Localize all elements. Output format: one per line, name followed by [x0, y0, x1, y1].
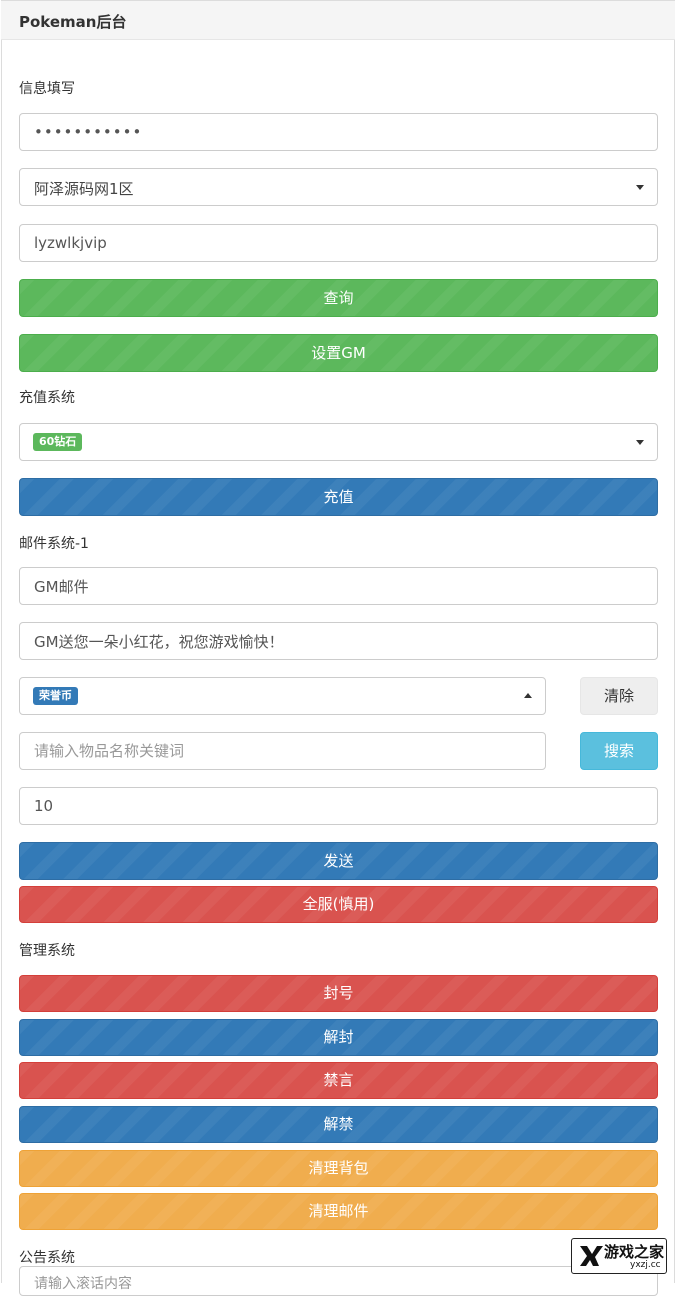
recharge-button[interactable]: 充值	[19, 478, 658, 516]
password-field[interactable]	[19, 113, 658, 151]
mail-title-field[interactable]	[19, 567, 658, 605]
watermark-logo-icon	[580, 1246, 603, 1266]
chevron-down-icon	[636, 440, 644, 445]
unmute-button[interactable]: 解禁	[19, 1106, 658, 1143]
site-watermark-logo: 游戏之家 yxzj.cc	[571, 1238, 667, 1274]
clear-button[interactable]: 清除	[580, 677, 658, 715]
notice-input-placeholder: 请输入滚话内容	[34, 1276, 132, 1292]
mail-content-field[interactable]	[19, 622, 658, 660]
recharge-item-select[interactable]: 60钻石	[19, 423, 658, 461]
panel-header: Pokeman后台	[1, 0, 675, 40]
mail-section-label: 邮件系统-1	[19, 536, 89, 552]
manage-section-label: 管理系统	[19, 943, 75, 959]
account-field[interactable]	[19, 224, 658, 262]
clear-bag-button[interactable]: 清理背包	[19, 1150, 658, 1187]
chevron-down-icon	[636, 185, 644, 190]
notice-input[interactable]: 请输入滚话内容	[19, 1266, 658, 1296]
item-search-input[interactable]	[19, 732, 546, 770]
watermark-url: yxzj.cc	[630, 1260, 661, 1270]
query-button[interactable]: 查询	[19, 279, 658, 317]
quantity-field[interactable]	[19, 787, 658, 825]
send-all-button[interactable]: 全服(慎用)	[19, 886, 658, 923]
search-button[interactable]: 搜索	[580, 732, 658, 770]
selected-item-tag: 60钻石	[33, 433, 83, 451]
info-section-label: 信息填写	[19, 81, 75, 97]
unban-button[interactable]: 解封	[19, 1019, 658, 1056]
recharge-section-label: 充值系统	[19, 390, 75, 406]
set-gm-button[interactable]: 设置GM	[19, 334, 658, 372]
mail-item-tag: 荣誉币	[33, 687, 78, 705]
page-title: Pokeman后台	[19, 13, 127, 31]
watermark-title: 游戏之家	[604, 1243, 665, 1261]
chevron-up-icon	[524, 693, 532, 698]
clear-mail-button[interactable]: 清理邮件	[19, 1193, 658, 1230]
notice-section-label: 公告系统	[19, 1250, 75, 1266]
send-button[interactable]: 发送	[19, 842, 658, 880]
server-select-value: 阿泽源码网1区	[34, 180, 134, 198]
mail-item-select[interactable]: 荣誉币	[19, 677, 546, 715]
mute-button[interactable]: 禁言	[19, 1062, 658, 1099]
server-select[interactable]: 阿泽源码网1区	[19, 168, 658, 206]
ban-button[interactable]: 封号	[19, 975, 658, 1012]
